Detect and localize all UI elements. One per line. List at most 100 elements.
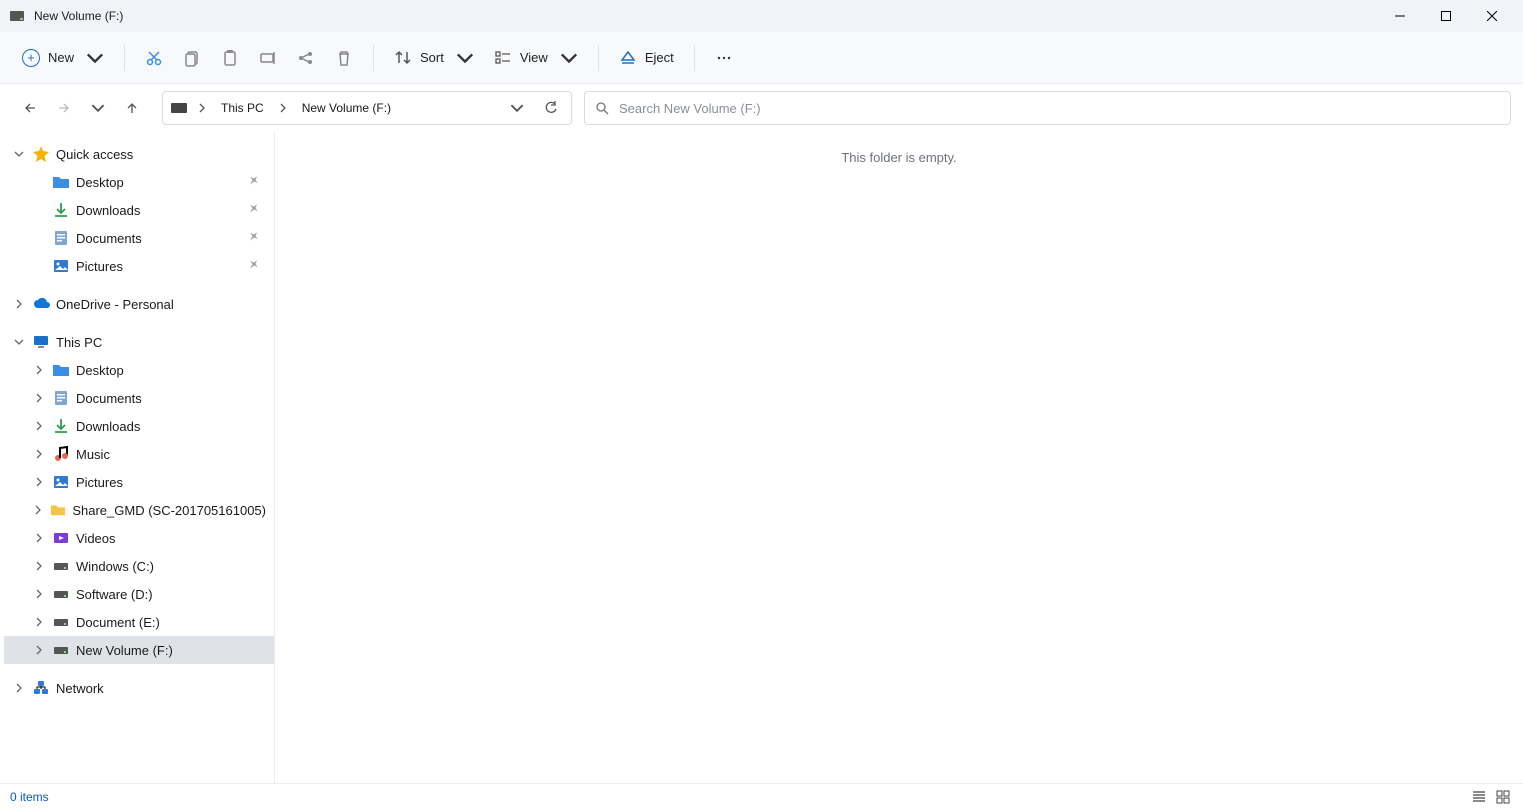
folder-icon bbox=[50, 501, 66, 519]
expand-icon[interactable] bbox=[32, 587, 46, 601]
tree-quick-access[interactable]: Quick access bbox=[4, 140, 274, 168]
folder-icon bbox=[52, 173, 70, 191]
expand-icon[interactable] bbox=[12, 297, 26, 311]
cut-icon bbox=[145, 49, 163, 67]
minimize-button[interactable] bbox=[1377, 0, 1423, 32]
expand-icon[interactable] bbox=[12, 681, 26, 695]
expand-icon[interactable] bbox=[32, 391, 46, 405]
expand-icon[interactable] bbox=[32, 419, 46, 433]
navigation-pane[interactable]: Quick access Desktop Downloads Documents bbox=[0, 132, 275, 783]
cloud-icon bbox=[32, 295, 50, 313]
delete-button[interactable] bbox=[325, 40, 363, 76]
pin-icon bbox=[249, 203, 260, 217]
expand-icon[interactable] bbox=[32, 447, 46, 461]
expand-icon[interactable] bbox=[32, 615, 46, 629]
back-button[interactable] bbox=[16, 94, 44, 122]
tree-network[interactable]: Network bbox=[4, 674, 274, 702]
expand-icon[interactable] bbox=[32, 475, 46, 489]
view-button[interactable]: View bbox=[484, 40, 588, 76]
breadcrumb-sep[interactable] bbox=[193, 92, 211, 124]
new-button[interactable]: + New bbox=[12, 40, 114, 76]
picture-icon bbox=[52, 473, 70, 491]
rename-button[interactable] bbox=[249, 40, 287, 76]
paste-icon bbox=[221, 49, 239, 67]
chevron-down-icon bbox=[560, 49, 578, 67]
drive-icon bbox=[52, 585, 70, 603]
breadcrumb-this-pc[interactable]: This PC bbox=[217, 92, 268, 124]
pc-icon bbox=[32, 333, 50, 351]
expand-icon[interactable] bbox=[32, 531, 46, 545]
recent-dropdown[interactable] bbox=[84, 94, 112, 122]
eject-button[interactable]: Eject bbox=[609, 40, 684, 76]
collapse-icon[interactable] bbox=[12, 147, 26, 161]
tree-item-desktop[interactable]: Desktop bbox=[4, 168, 274, 196]
close-button[interactable] bbox=[1469, 0, 1515, 32]
expand-icon[interactable] bbox=[32, 559, 46, 573]
tree-item-share[interactable]: Share_GMD (SC-201705161005) bbox=[4, 496, 274, 524]
refresh-button[interactable] bbox=[537, 94, 565, 122]
tree-item-music[interactable]: Music bbox=[4, 440, 274, 468]
search-input[interactable] bbox=[619, 101, 1500, 116]
sort-button[interactable]: Sort bbox=[384, 40, 484, 76]
address-dropdown[interactable] bbox=[503, 94, 531, 122]
title-bar: New Volume (F:) bbox=[0, 0, 1523, 32]
pin-icon bbox=[249, 175, 260, 189]
chevron-down-icon bbox=[456, 49, 474, 67]
view-label: View bbox=[520, 50, 548, 65]
tree-item-videos[interactable]: Videos bbox=[4, 524, 274, 552]
copy-button[interactable] bbox=[173, 40, 211, 76]
breadcrumb-sep[interactable] bbox=[274, 92, 292, 124]
download-icon bbox=[52, 201, 70, 219]
up-button[interactable] bbox=[118, 94, 146, 122]
network-icon bbox=[32, 679, 50, 697]
more-button[interactable] bbox=[705, 40, 743, 76]
large-icons-view-button[interactable] bbox=[1493, 789, 1513, 805]
address-bar[interactable]: This PC New Volume (F:) bbox=[162, 91, 572, 125]
new-label: New bbox=[48, 50, 74, 65]
expand-icon[interactable] bbox=[32, 363, 46, 377]
maximize-button[interactable] bbox=[1423, 0, 1469, 32]
tree-item-drive-c[interactable]: Windows (C:) bbox=[4, 552, 274, 580]
details-view-button[interactable] bbox=[1469, 789, 1489, 805]
document-icon bbox=[52, 389, 70, 407]
download-icon bbox=[52, 417, 70, 435]
breadcrumb-current[interactable]: New Volume (F:) bbox=[298, 92, 395, 124]
drive-icon bbox=[52, 641, 70, 659]
plus-icon: + bbox=[22, 49, 40, 67]
tree-onedrive[interactable]: OneDrive - Personal bbox=[4, 290, 274, 318]
tree-item-pictures[interactable]: Pictures bbox=[4, 252, 274, 280]
tree-item-pictures[interactable]: Pictures bbox=[4, 468, 274, 496]
tree-item-documents[interactable]: Documents bbox=[4, 224, 274, 252]
drive-icon bbox=[52, 557, 70, 575]
collapse-icon[interactable] bbox=[12, 335, 26, 349]
tree-item-documents[interactable]: Documents bbox=[4, 384, 274, 412]
forward-button[interactable] bbox=[50, 94, 78, 122]
eject-icon bbox=[619, 49, 637, 67]
navigation-row: This PC New Volume (F:) bbox=[0, 84, 1523, 132]
tree-item-downloads[interactable]: Downloads bbox=[4, 196, 274, 224]
music-icon bbox=[52, 445, 70, 463]
paste-button[interactable] bbox=[211, 40, 249, 76]
sort-label: Sort bbox=[420, 50, 444, 65]
toolbar: + New Sort View Eject bbox=[0, 32, 1523, 84]
tree-item-drive-f[interactable]: New Volume (F:) bbox=[4, 636, 274, 664]
star-icon bbox=[32, 145, 50, 163]
eject-label: Eject bbox=[645, 50, 674, 65]
drive-icon bbox=[52, 613, 70, 631]
view-icon bbox=[494, 49, 512, 67]
content-pane[interactable]: This folder is empty. bbox=[275, 132, 1523, 783]
folder-icon bbox=[52, 361, 70, 379]
tree-this-pc[interactable]: This PC bbox=[4, 328, 274, 356]
status-bar: 0 items bbox=[0, 783, 1523, 809]
tree-item-drive-e[interactable]: Document (E:) bbox=[4, 608, 274, 636]
sort-icon bbox=[394, 49, 412, 67]
cut-button[interactable] bbox=[135, 40, 173, 76]
tree-item-drive-d[interactable]: Software (D:) bbox=[4, 580, 274, 608]
share-button[interactable] bbox=[287, 40, 325, 76]
tree-item-desktop[interactable]: Desktop bbox=[4, 356, 274, 384]
empty-folder-message: This folder is empty. bbox=[841, 150, 956, 165]
expand-icon[interactable] bbox=[32, 643, 46, 657]
search-bar[interactable] bbox=[584, 91, 1511, 125]
expand-icon[interactable] bbox=[32, 503, 44, 517]
tree-item-downloads[interactable]: Downloads bbox=[4, 412, 274, 440]
